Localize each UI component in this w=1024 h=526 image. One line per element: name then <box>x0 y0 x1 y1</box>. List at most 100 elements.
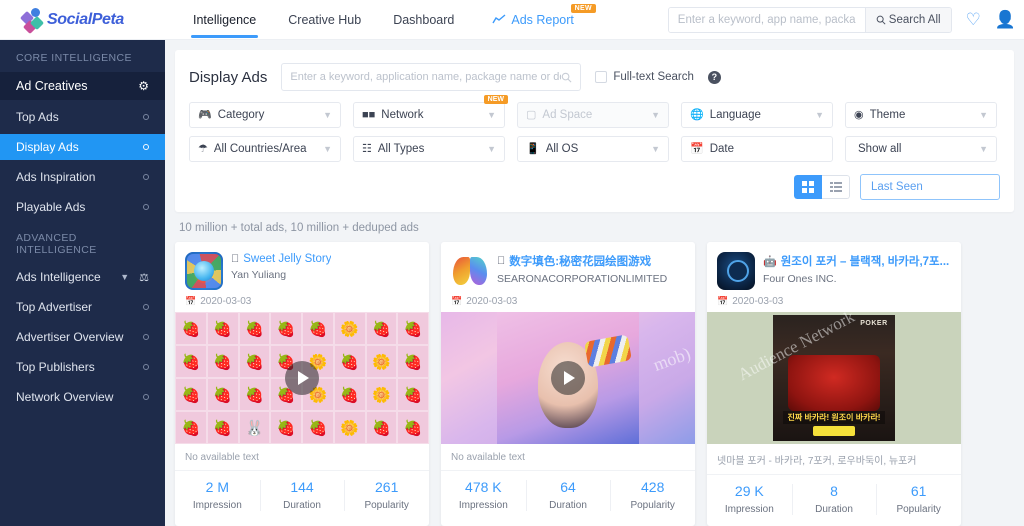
heart-icon[interactable]: ♡ <box>966 11 981 28</box>
panel-search-input[interactable] <box>290 71 562 83</box>
sidebar-item-ads-intelligence[interactable]: Ads Intelligence ▼ ⚖ <box>0 264 165 290</box>
tab-creative-hub[interactable]: Creative Hub <box>272 0 377 40</box>
stat-popularity-value: 428 <box>641 479 665 495</box>
app-name: Sweet Jelly Story <box>235 253 331 265</box>
filter-bar: 🎮 Category ▼ ■■ Network ▼ NEW ▢ Ad Space… <box>189 95 1000 162</box>
filter-date-label: Date <box>709 143 734 155</box>
stat-duration-label: Duration <box>283 500 321 511</box>
tab-intelligence[interactable]: Intelligence <box>177 0 272 40</box>
app-title-link[interactable]:  Sweet Jelly Story <box>231 253 419 265</box>
card-date-value: 2020-03-03 <box>200 296 252 307</box>
stat-popularity: 428 Popularity <box>610 471 695 520</box>
chevron-down-icon: ▼ <box>979 110 988 120</box>
gear-icon[interactable]: ⚙ <box>138 79 149 93</box>
filter-network-label: Network <box>381 109 424 121</box>
play-button[interactable] <box>551 361 585 395</box>
results-count: 10 million + total ads, 10 million + ded… <box>179 222 419 234</box>
panel-search <box>281 63 582 91</box>
global-search-input[interactable] <box>668 7 865 32</box>
sidebar-item-playable-ads[interactable]: Playable Ads <box>0 194 165 220</box>
filter-language[interactable]: 🌐 Language ▼ <box>681 102 833 128</box>
top-header: SocialPeta Intelligence Creative Hub Das… <box>0 0 1024 40</box>
ads-report-link[interactable]: Ads Report NEW <box>492 0 596 40</box>
stat-duration: 8 Duration <box>791 475 877 524</box>
question-mark-icon[interactable]: ? <box>707 70 721 84</box>
ad-card[interactable]:  数字填色:秘密花园绘图游戏 SEARONACORPORATIONLIMITE… <box>441 242 695 526</box>
tab-creative-hub-label: Creative Hub <box>288 12 362 27</box>
tab-dashboard[interactable]: Dashboard <box>377 0 470 40</box>
chart-line-icon <box>492 14 506 24</box>
user-avatar-icon[interactable]: 👤 <box>995 11 1016 28</box>
stat-popularity-label: Popularity <box>364 500 409 511</box>
filter-theme[interactable]: ◉ Theme ▼ <box>845 102 997 128</box>
ad-creative-preview[interactable]: mob) <box>441 312 695 444</box>
chevron-down-icon: ▼ <box>323 110 332 120</box>
chevron-down-icon: ▼ <box>651 110 660 120</box>
app-icon <box>185 252 223 290</box>
circle-indicator-icon <box>143 334 149 340</box>
sidebar-item-display-ads[interactable]: Display Ads <box>0 134 165 160</box>
sidebar-item-ad-creatives[interactable]: Ad Creatives ⚙ <box>0 72 165 100</box>
list-view-icon[interactable] <box>822 175 850 199</box>
filter-category[interactable]: 🎮 Category ▼ <box>189 102 341 128</box>
ad-card[interactable]:  Sweet Jelly Story Yan Yuliang 📅 2020-0… <box>175 242 429 526</box>
sidebar-item-ads-inspiration[interactable]: Ads Inspiration <box>0 164 165 190</box>
ad-text: 넷마블 포커 - 바카라, 7포커, 로우바둑이, 뉴포커 <box>717 456 917 467</box>
filter-category-label: Category <box>217 109 265 121</box>
chevron-down-icon: ▼ <box>815 110 824 120</box>
ad-text: No available text <box>451 452 525 463</box>
filter-language-label: Language <box>709 109 761 121</box>
sidebar-item-top-publishers[interactable]: Top Publishers <box>0 354 165 380</box>
stat-popularity-value: 261 <box>375 479 399 495</box>
search-icon <box>876 15 886 25</box>
filter-show-all[interactable]: Show all ▼ <box>845 136 997 162</box>
search-all-button[interactable]: Search All <box>864 7 951 32</box>
app-logo[interactable]: SocialPeta <box>0 0 165 40</box>
stat-impression-value: 2 M <box>205 479 229 495</box>
app-title-link[interactable]: 🤖 원조이 포커 – 블랙잭, 바카라,7포... <box>763 253 951 269</box>
card-header: 🤖 원조이 포커 – 블랙잭, 바카라,7포... Four Ones INC. <box>707 242 961 296</box>
fulltext-search-toggle[interactable]: Full-text Search <box>595 71 694 83</box>
calendar-icon: 📅 <box>717 296 729 306</box>
sidebar-item-advertiser-overview-label: Advertiser Overview <box>16 330 124 344</box>
play-button[interactable] <box>285 361 319 395</box>
display-ads-panel: Display Ads Full-text Search ? <box>175 50 1014 212</box>
creative-banner-text: 진짜 바카라! 원조이 바카라! <box>782 410 886 424</box>
filter-os[interactable]: 📱 All OS ▼ <box>517 136 669 162</box>
sidebar-item-display-ads-label: Display Ads <box>16 140 79 154</box>
filter-row-2: ☂ All Countries/Area ▼ ☷ All Types ▼ 📱 A… <box>189 136 1000 162</box>
sidebar-item-top-ads[interactable]: Top Ads <box>0 104 165 130</box>
ad-creative-preview[interactable]: 🍓 🍓 🍓 🍓 🍓 🌼 🍓 🍓 🍓 🍓 🍓 🍓 🌼 🍓 🌼 🍓 🍓 🍓 🍓 🍓 🌼 🍓 🌼 🍓 🍓 🍓 🐰 🍓 🍓 🌼 🍓 🍓 <box>175 312 429 444</box>
filter-types[interactable]: ☷ All Types ▼ <box>353 136 505 162</box>
app-title-link[interactable]:  数字填色:秘密花园绘图游戏 <box>497 253 685 269</box>
main-content: Display Ads Full-text Search ? <box>165 40 1024 526</box>
page-title: Display Ads <box>189 68 268 86</box>
sidebar: CORE INTELLIGENCE Ad Creatives ⚙ Top Ads… <box>0 40 165 526</box>
card-stats: 478 K Impression 64 Duration 428 Popular… <box>441 470 695 520</box>
card-date-value: 2020-03-03 <box>466 296 518 307</box>
grid-view-icon[interactable] <box>794 175 822 199</box>
sidebar-item-network-overview[interactable]: Network Overview <box>0 384 165 410</box>
sidebar-item-top-advertiser[interactable]: Top Advertiser <box>0 294 165 320</box>
ad-creative-preview[interactable]: POKER 진짜 바카라! 원조이 바카라! Audience Network <box>707 312 961 444</box>
fulltext-search-checkbox[interactable] <box>595 71 608 83</box>
ads-report-label: Ads Report <box>511 12 574 27</box>
sort-dropdown[interactable]: Last Seen <box>860 174 1000 200</box>
header-right-controls: Search All ♡ 👤 <box>667 6 1024 33</box>
sidebar-item-top-ads-label: Top Ads <box>16 110 59 124</box>
logo-dot <box>31 7 40 17</box>
sidebar-item-advertiser-overview[interactable]: Advertiser Overview <box>0 324 165 350</box>
filter-theme-label: Theme <box>869 109 906 121</box>
creative-watermark: mob) <box>650 343 694 375</box>
search-all-label: Search All <box>888 13 941 26</box>
filter-network[interactable]: ■■ Network ▼ NEW <box>353 95 508 128</box>
circle-indicator-icon <box>143 114 149 120</box>
filter-countries[interactable]: ☂ All Countries/Area ▼ <box>189 136 341 162</box>
card-header:  数字填色:秘密花园绘图游戏 SEARONACORPORATIONLIMITE… <box>441 242 695 296</box>
gamepad-icon: 🎮 <box>198 108 212 121</box>
stat-impression: 478 K Impression <box>441 471 526 520</box>
sidebar-item-ad-creatives-label: Ad Creatives <box>16 79 88 93</box>
filter-date[interactable]: 📅 Date <box>681 136 833 162</box>
stat-popularity-label: Popularity <box>896 504 941 515</box>
ad-card[interactable]: 🤖 원조이 포커 – 블랙잭, 바카라,7포... Four Ones INC.… <box>707 242 961 526</box>
